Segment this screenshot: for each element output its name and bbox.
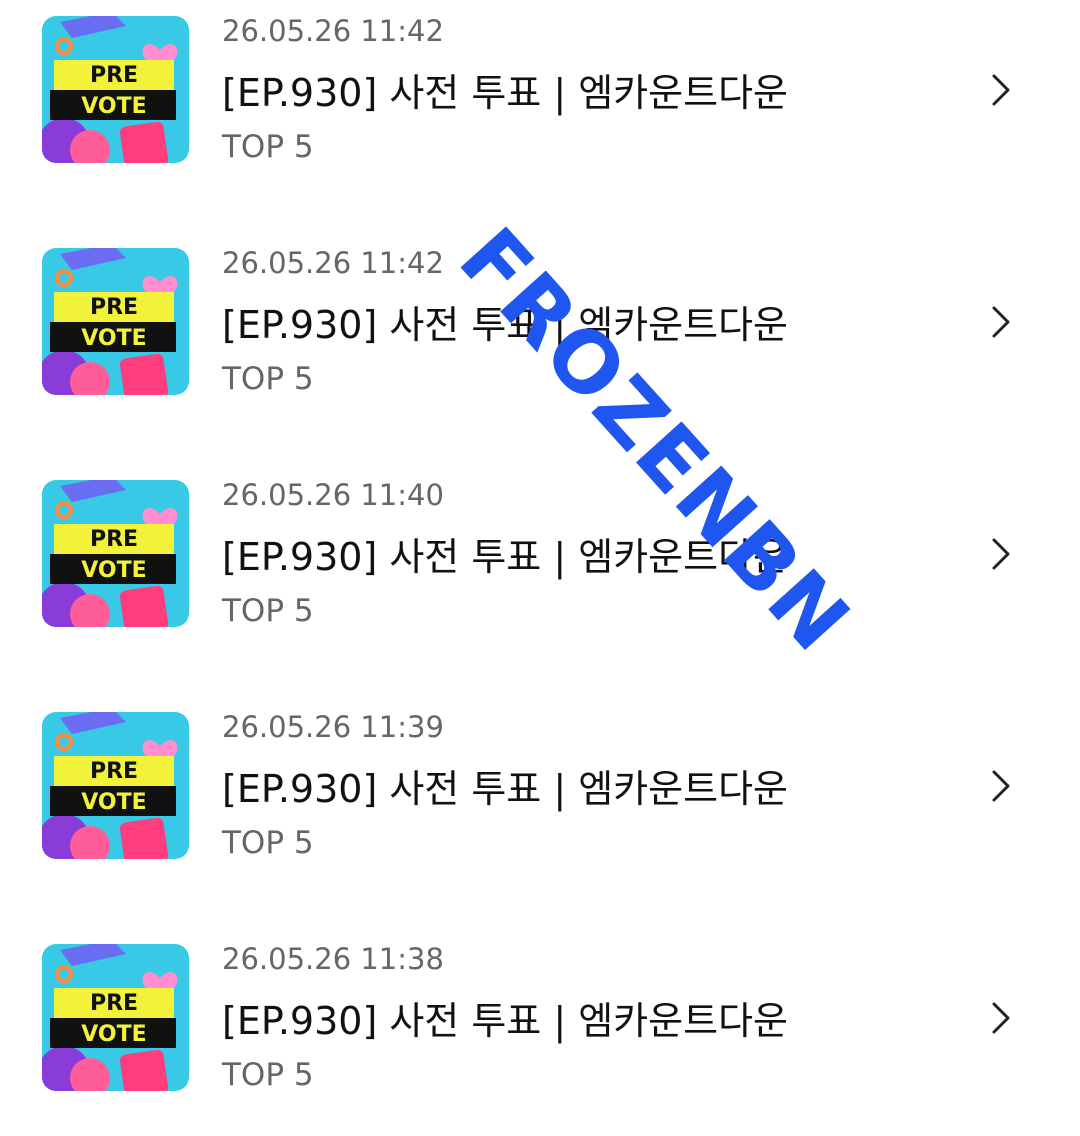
vote-subtitle: TOP 5	[222, 361, 314, 397]
list-item[interactable]: PRE VOTE 26.05.26 11:42 [EP.930] 사전 투표 |…	[0, 232, 1080, 432]
pre-vote-thumbnail: PRE VOTE	[42, 944, 189, 1091]
list-item[interactable]: PRE VOTE 26.05.26 11:40 [EP.930] 사전 투표 |…	[0, 464, 1080, 664]
chevron-right-icon[interactable]	[986, 72, 1016, 108]
vote-title: [EP.930] 사전 투표 | 엠카운트다운	[222, 999, 788, 1043]
chevron-right-icon[interactable]	[986, 304, 1016, 340]
list-item[interactable]: PRE VOTE 26.05.26 11:39 [EP.930] 사전 투표 |…	[0, 696, 1080, 896]
vote-title: [EP.930] 사전 투표 | 엠카운트다운	[222, 71, 788, 115]
thumbnail-text-pre: PRE	[90, 63, 138, 88]
thumbnail-text-pre: PRE	[90, 759, 138, 784]
vote-title: [EP.930] 사전 투표 | 엠카운트다운	[222, 303, 788, 347]
thumbnail-text-pre: PRE	[90, 295, 138, 320]
chevron-right-icon[interactable]	[986, 768, 1016, 804]
thumbnail-text-vote: VOTE	[81, 558, 146, 583]
thumbnail-text-vote: VOTE	[81, 94, 146, 119]
thumbnail-text-pre: PRE	[90, 527, 138, 552]
vote-title: [EP.930] 사전 투표 | 엠카운트다운	[222, 535, 788, 579]
thumbnail-text-vote: VOTE	[81, 790, 146, 815]
vote-date: 26.05.26 11:39	[222, 710, 444, 744]
vote-date: 26.05.26 11:42	[222, 246, 444, 280]
thumbnail-text-pre: PRE	[90, 991, 138, 1016]
pre-vote-thumbnail: PRE VOTE	[42, 248, 189, 395]
pre-vote-thumbnail: PRE VOTE	[42, 16, 189, 163]
vote-subtitle: TOP 5	[222, 593, 314, 629]
vote-date: 26.05.26 11:42	[222, 14, 444, 48]
list-item[interactable]: PRE VOTE 26.05.26 11:38 [EP.930] 사전 투표 |…	[0, 928, 1080, 1128]
vote-date: 26.05.26 11:40	[222, 478, 444, 512]
pre-vote-thumbnail: PRE VOTE	[42, 712, 189, 859]
vote-history-list: PRE VOTE 26.05.26 11:42 [EP.930] 사전 투표 |…	[0, 0, 1080, 1136]
pre-vote-thumbnail: PRE VOTE	[42, 480, 189, 627]
thumbnail-text-vote: VOTE	[81, 326, 146, 351]
vote-subtitle: TOP 5	[222, 129, 314, 165]
vote-subtitle: TOP 5	[222, 825, 314, 861]
vote-title: [EP.930] 사전 투표 | 엠카운트다운	[222, 767, 788, 811]
list-item[interactable]: PRE VOTE 26.05.26 11:42 [EP.930] 사전 투표 |…	[0, 0, 1080, 200]
chevron-right-icon[interactable]	[986, 536, 1016, 572]
chevron-right-icon[interactable]	[986, 1000, 1016, 1036]
thumbnail-text-vote: VOTE	[81, 1022, 146, 1047]
vote-date: 26.05.26 11:38	[222, 942, 444, 976]
vote-subtitle: TOP 5	[222, 1057, 314, 1093]
